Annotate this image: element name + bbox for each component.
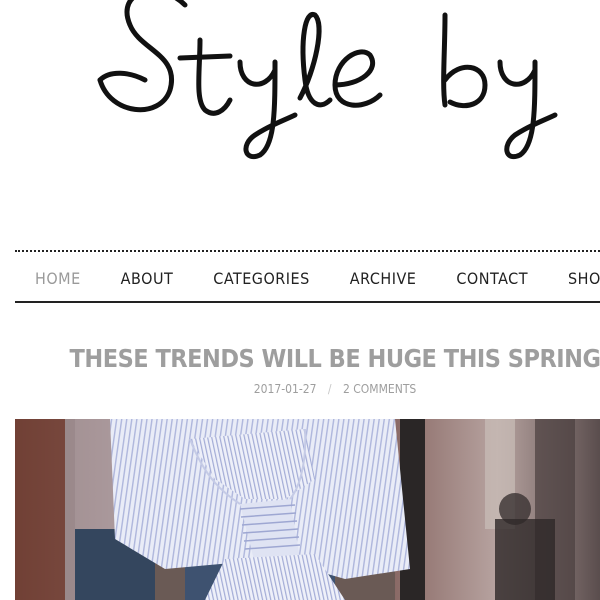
nav-item-categories[interactable]: CATEGORIES [213,269,310,288]
nav-item-shop[interactable]: SHOP [568,269,600,288]
nav-item-home[interactable]: HOME [35,269,81,288]
post-meta: 2017-01-27 / 2 COMMENTS [15,382,600,396]
nav-item-archive[interactable]: ARCHIVE [350,269,417,288]
main-nav: HOME ABOUT CATEGORIES ARCHIVE CONTACT SH… [15,256,600,300]
post-hero-image[interactable] [15,419,600,600]
meta-separator: / [327,382,332,396]
nav-bottom-divider [15,301,600,303]
post-comments-link[interactable]: 2 COMMENTS [343,382,416,396]
nav-item-about[interactable]: ABOUT [121,269,174,288]
site-logo[interactable] [90,0,560,170]
nav-top-divider [15,250,600,252]
post-title[interactable]: THESE TRENDS WILL BE HUGE THIS SPRING [15,344,600,373]
nav-item-contact[interactable]: CONTACT [456,269,528,288]
post-date: 2017-01-27 [253,382,317,396]
